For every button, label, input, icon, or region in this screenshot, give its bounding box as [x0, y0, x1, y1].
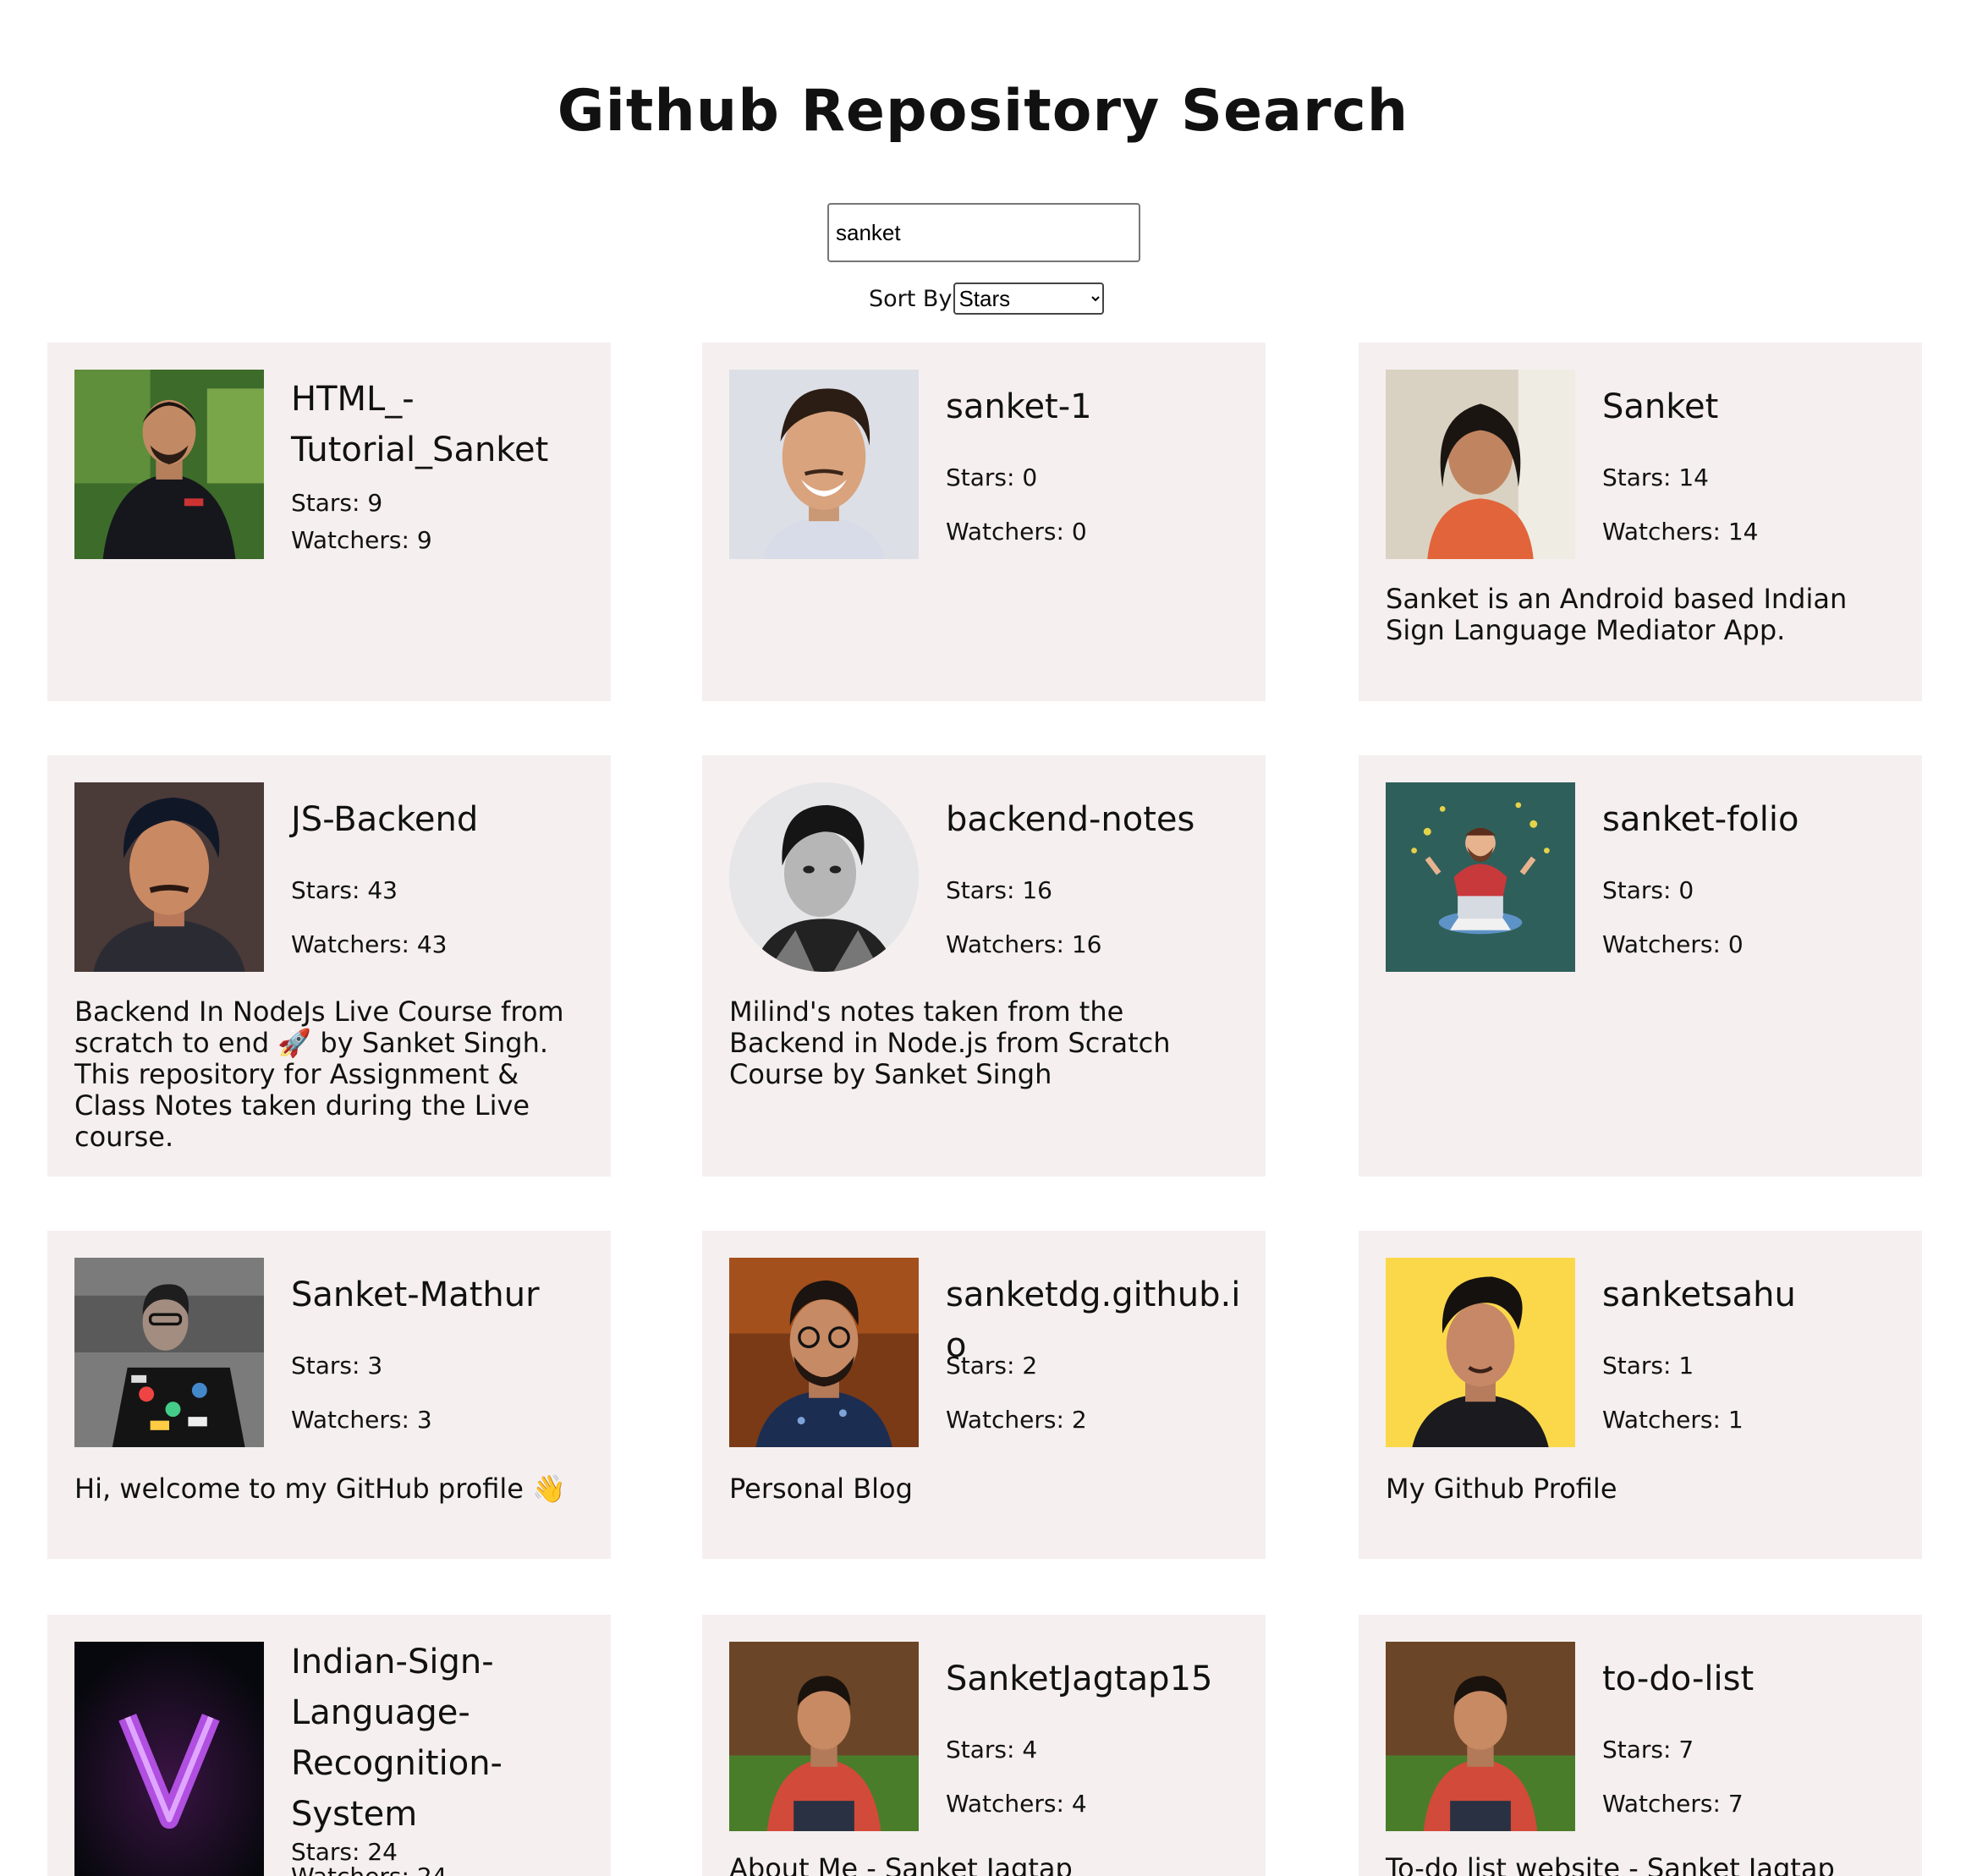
- repo-watchers: Watchers: 9: [291, 526, 432, 554]
- repo-watchers: Watchers: 2: [946, 1406, 1087, 1434]
- repo-watchers: Watchers: 0: [946, 518, 1087, 546]
- repo-stars: Stars: 43: [291, 876, 398, 904]
- avatar: [74, 370, 264, 559]
- repo-description: About Me - Sanket Jagtap: [729, 1852, 1073, 1876]
- avatar: [729, 782, 919, 972]
- repo-name[interactable]: SanketJagtap15: [946, 1654, 1250, 1704]
- avatar: [74, 1642, 264, 1876]
- repo-stars: Stars: 16: [946, 876, 1052, 904]
- sort-control: Sort By Stars: [869, 282, 1105, 315]
- repo-description: Milind's notes taken from the Backend in…: [729, 996, 1171, 1090]
- repo-card[interactable]: backend-notes Stars: 16 Watchers: 16 Mil…: [702, 755, 1266, 1177]
- repo-stars: Stars: 7: [1602, 1736, 1694, 1764]
- avatar: [729, 1642, 919, 1831]
- sort-select[interactable]: Stars: [953, 282, 1105, 315]
- repo-description: Hi, welcome to my GitHub profile 👋: [74, 1473, 566, 1505]
- avatar: [729, 1258, 919, 1447]
- avatar: [729, 370, 919, 559]
- repo-description: Sanket is an Android based Indian Sign L…: [1386, 583, 1848, 646]
- avatar: [74, 1258, 264, 1447]
- repo-card[interactable]: Indian-Sign-Language-Recognition-System …: [47, 1615, 611, 1876]
- repo-stars: Stars: 3: [291, 1352, 383, 1380]
- repo-card[interactable]: to-do-list Stars: 7 Watchers: 7 To-do li…: [1359, 1615, 1922, 1876]
- repo-watchers: Watchers: 3: [291, 1406, 432, 1434]
- repo-watchers: Watchers: 4: [946, 1790, 1087, 1818]
- repo-stars: Stars: 9: [291, 489, 383, 517]
- repo-card[interactable]: sanket-folio Stars: 0 Watchers: 0: [1359, 755, 1922, 1177]
- avatar: [1386, 782, 1575, 972]
- repo-name[interactable]: JS-Backend: [291, 794, 596, 845]
- avatar: [1386, 1258, 1575, 1447]
- repo-stars: Stars: 14: [1602, 464, 1709, 491]
- repo-description: To-do list website - Sanket Jagtap: [1386, 1852, 1835, 1876]
- repo-card[interactable]: JS-Backend Stars: 43 Watchers: 43 Backen…: [47, 755, 611, 1177]
- repo-stars: Stars: 4: [946, 1736, 1038, 1764]
- page-title: Github Repository Search: [557, 78, 1409, 145]
- sort-label: Sort By: [869, 285, 953, 312]
- repo-card[interactable]: sanket-1 Stars: 0 Watchers: 0: [702, 343, 1266, 701]
- repo-name[interactable]: Indian-Sign-Language-Recognition-System: [291, 1637, 596, 1840]
- repo-watchers: Watchers: 24: [291, 1862, 447, 1876]
- repo-description: Personal Blog: [729, 1473, 913, 1505]
- repo-name[interactable]: sanket-folio: [1602, 794, 1907, 845]
- repo-watchers: Watchers: 1: [1602, 1406, 1744, 1434]
- repo-stars: Stars: 2: [946, 1352, 1038, 1380]
- repo-stars: Stars: 0: [1602, 876, 1694, 904]
- repo-card[interactable]: Sanket Stars: 14 Watchers: 14 Sanket is …: [1359, 343, 1922, 701]
- repo-stars: Stars: 0: [946, 464, 1038, 491]
- repo-description: My Github Profile: [1386, 1473, 1617, 1505]
- avatar: [74, 782, 264, 972]
- avatar: [1386, 370, 1575, 559]
- repo-name[interactable]: Sanket: [1602, 381, 1907, 432]
- repo-card[interactable]: sanketsahu Stars: 1 Watchers: 1 My Githu…: [1359, 1231, 1922, 1559]
- repo-watchers: Watchers: 7: [1602, 1790, 1744, 1818]
- repo-watchers: Watchers: 43: [291, 930, 448, 958]
- repo-name[interactable]: sanket-1: [946, 381, 1250, 432]
- repo-card[interactable]: SanketJagtap15 Stars: 4 Watchers: 4 Abou…: [702, 1615, 1266, 1876]
- repo-description: Backend In NodeJs Live Course from scrat…: [74, 996, 564, 1153]
- page: Github Repository Search Sort By Stars H…: [0, 0, 1966, 1876]
- repo-card[interactable]: HTML_-Tutorial_Sanket Stars: 9 Watchers:…: [47, 343, 611, 701]
- repo-card[interactable]: Sanket-Mathur Stars: 3 Watchers: 3 Hi, w…: [47, 1231, 611, 1559]
- search-input[interactable]: [827, 203, 1140, 262]
- repo-name[interactable]: to-do-list: [1602, 1654, 1907, 1704]
- repo-card[interactable]: sanketdg.github.io Stars: 2 Watchers: 2 …: [702, 1231, 1266, 1559]
- avatar: [1386, 1642, 1575, 1831]
- repo-watchers: Watchers: 14: [1602, 518, 1759, 546]
- repo-watchers: Watchers: 0: [1602, 930, 1744, 958]
- repo-name[interactable]: backend-notes: [946, 794, 1250, 845]
- repo-watchers: Watchers: 16: [946, 930, 1102, 958]
- repo-name[interactable]: Sanket-Mathur: [291, 1270, 596, 1320]
- repo-name[interactable]: HTML_-Tutorial_Sanket: [291, 374, 596, 475]
- repo-stars: Stars: 1: [1602, 1352, 1694, 1380]
- repo-name[interactable]: sanketsahu: [1602, 1270, 1907, 1320]
